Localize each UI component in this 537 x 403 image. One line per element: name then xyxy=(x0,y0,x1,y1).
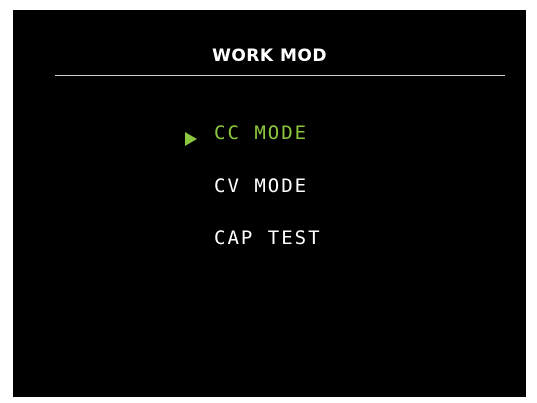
menu-item-cv-mode[interactable]: CV MODE xyxy=(214,175,308,197)
selection-cursor-icon xyxy=(185,132,197,146)
header-divider xyxy=(55,75,505,76)
menu-item-cc-mode[interactable]: CC MODE xyxy=(214,122,308,144)
page-title: WORK MOD xyxy=(212,46,327,66)
device-screen: WORK MOD CC MODE CV MODE CAP TEST xyxy=(13,10,526,397)
menu-item-cap-test[interactable]: CAP TEST xyxy=(214,227,322,249)
